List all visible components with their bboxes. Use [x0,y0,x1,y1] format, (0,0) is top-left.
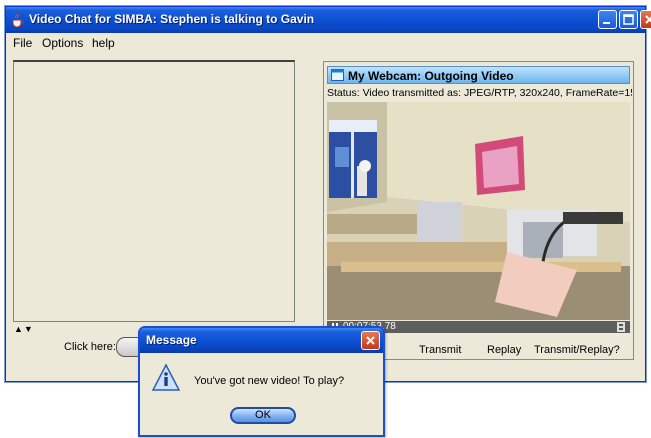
transmit-replay-button[interactable]: Transmit/Replay? [534,344,620,356]
dialog-title: Message [146,333,197,347]
menu-file[interactable]: File [13,36,32,50]
webcam-panel-title: My Webcam: Outgoing Video [348,69,514,83]
chat-area[interactable] [13,60,295,322]
scroll-arrows[interactable]: ▲▼ [14,324,34,334]
webcam-image [327,102,630,320]
click-here-label: Click here: [64,341,116,353]
minimize-icon [603,22,610,24]
title-bar[interactable]: Video Chat for SIMBA: Stephen is talking… [6,7,651,33]
java-cup-icon [12,13,24,28]
maximize-icon [623,14,634,25]
dialog-title-bar[interactable]: Message [140,328,383,353]
close-icon [366,336,375,345]
replay-button[interactable]: Replay [487,344,521,356]
ok-button[interactable]: OK [230,407,296,424]
film-icon[interactable] [616,322,626,332]
dialog-close-button[interactable] [361,331,380,350]
info-icon [151,363,181,391]
message-dialog: Message You've got new video! To play? O… [138,326,385,437]
webcam-panel-header[interactable]: My Webcam: Outgoing Video [327,66,630,84]
close-icon [645,15,651,24]
webcam-panel: My Webcam: Outgoing Video Status: Video … [323,61,634,360]
transmit-button[interactable]: Transmit [419,344,461,356]
video-status: Status: Video transmitted as: JPEG/RTP, … [327,87,632,99]
menu-help[interactable]: help [92,36,115,50]
window-icon [331,69,344,81]
window-title: Video Chat for SIMBA: Stephen is talking… [29,12,315,26]
menu-bar: File Options help [6,33,645,52]
video-view [327,102,630,320]
minimize-button[interactable] [598,10,617,29]
menu-options[interactable]: Options [42,36,83,50]
dialog-message: You've got new video! To play? [194,375,345,387]
maximize-button[interactable] [619,10,638,29]
close-button[interactable] [640,10,651,29]
